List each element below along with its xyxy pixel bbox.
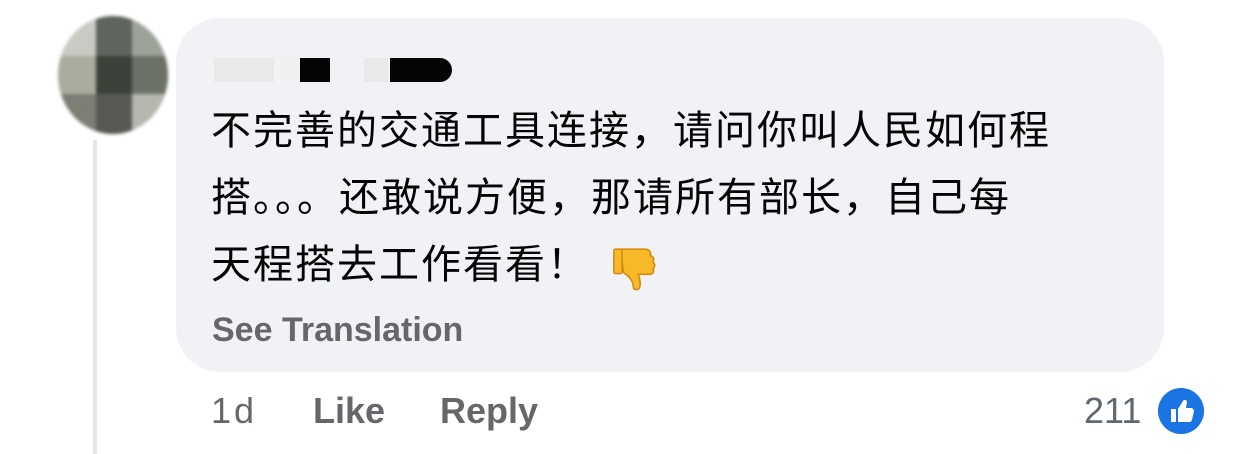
comment-line-text: 天程搭去工作看看！ bbox=[211, 242, 589, 288]
timestamp[interactable]: 1d bbox=[211, 390, 257, 432]
thumbs-down-icon bbox=[613, 248, 656, 291]
comment-line: 不完善的交通工具连接，请问你叫人民如何程 bbox=[211, 108, 1051, 154]
like-button[interactable]: Like bbox=[313, 390, 385, 432]
comment-line: 搭。。。还敢说方便，那请所有部长，自己每 bbox=[211, 175, 1011, 221]
comment-actions: 1d Like Reply 211 bbox=[0, 388, 1242, 434]
avatar[interactable] bbox=[58, 16, 168, 134]
reaction-count[interactable]: 211 bbox=[1084, 390, 1141, 432]
like-icon[interactable] bbox=[1158, 388, 1204, 434]
reply-button[interactable]: Reply bbox=[440, 390, 538, 432]
see-translation-link[interactable]: See Translation bbox=[212, 311, 463, 350]
author-name-redacted[interactable] bbox=[214, 52, 474, 86]
comment-text: 不完善的交通工具连接，请问你叫人民如何程 搭。。。还敢说方便，那请所有部长，自己… bbox=[211, 98, 1141, 299]
comment-line: 天程搭去工作看看！ bbox=[211, 232, 1141, 299]
